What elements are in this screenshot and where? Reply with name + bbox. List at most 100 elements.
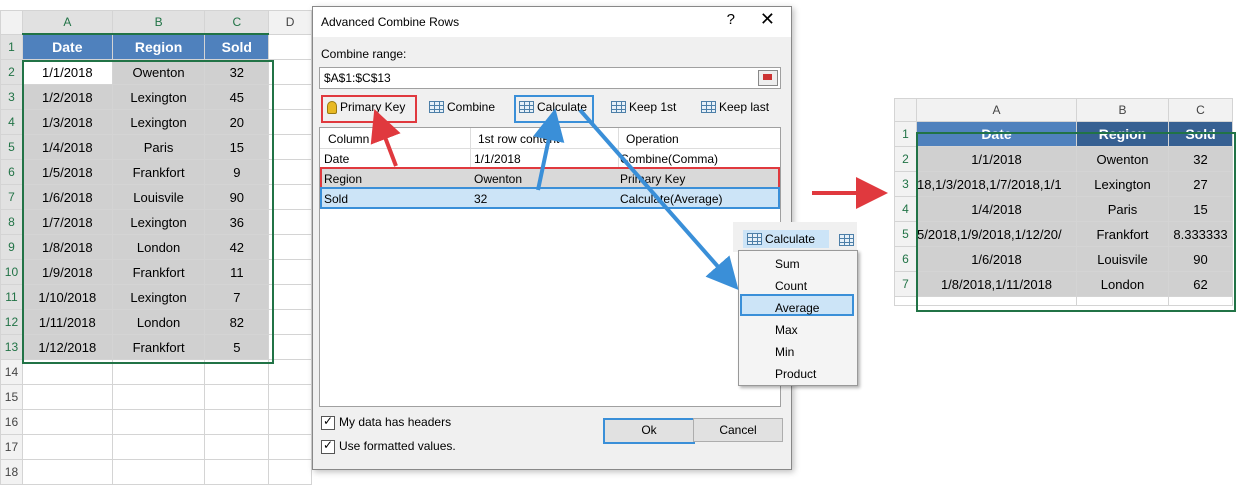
data-cell[interactable]: 1/9/2018 [21,259,113,285]
data-cell[interactable]: London [111,309,206,335]
sheet-cell[interactable] [111,409,206,435]
header-cell[interactable]: Region [111,33,206,60]
data-cell[interactable]: Paris [111,134,206,160]
data-cell[interactable]: 1/10/2018 [21,284,113,310]
sheet-cell[interactable] [268,259,312,285]
data-cell[interactable]: 1/3/2018 [21,109,113,135]
data-cell[interactable]: 8.333333 [1168,221,1233,247]
sheet-cell[interactable] [268,84,312,110]
header-cell[interactable]: Region [1076,121,1169,147]
data-cell[interactable]: 45 [204,84,270,110]
data-cell[interactable]: Owenton [1076,146,1169,172]
help-button[interactable]: ? [727,11,735,28]
row-header[interactable]: 2 [0,59,23,85]
data-cell[interactable]: 1/5/2018 [21,159,113,185]
column-header-a[interactable]: A [21,10,113,35]
row-header[interactable]: 9 [0,234,23,260]
close-button[interactable]: ✕ [760,9,775,30]
data-cell[interactable]: Louisvile [111,184,206,210]
sheet-cell[interactable] [268,234,312,260]
sheet-cell[interactable] [1168,296,1233,306]
sheet-cell[interactable] [111,434,206,460]
sheet-cell[interactable] [111,359,206,385]
row-header[interactable]: 6 [0,159,23,185]
data-cell[interactable]: 1/11/2018 [21,309,113,335]
column-header-d[interactable]: D [268,10,312,35]
formatted-values-checkbox[interactable] [321,438,335,454]
data-cell[interactable]: 11 [204,259,270,285]
sheet-cell[interactable] [894,296,917,306]
grid-header-operation[interactable]: Operation [626,132,679,146]
menu-item-product[interactable]: Product [775,367,816,381]
sheet-cell[interactable] [204,384,270,410]
sheet-cell[interactable] [204,409,270,435]
keep-last-button[interactable]: Keep last [701,95,769,119]
sheet-cell[interactable] [268,334,312,360]
data-cell[interactable]: 90 [1168,246,1233,272]
sheet-cell[interactable] [268,459,312,485]
sheet-cell[interactable] [21,434,113,460]
grid-row-date[interactable]: Date 1/1/2018 Combine(Comma) [320,148,780,168]
row-header[interactable]: 4 [0,109,23,135]
sheet-cell[interactable] [268,209,312,235]
data-cell[interactable]: 1/6/2018 [21,184,113,210]
sheet-cell[interactable] [21,359,113,385]
header-cell[interactable]: Sold [204,33,270,60]
dialog-titlebar[interactable]: Advanced Combine Rows ? ✕ [313,7,791,37]
combine-range-input[interactable]: $A$1:$C$13 [319,67,781,89]
sheet-cell[interactable] [204,459,270,485]
data-cell[interactable]: 32 [204,59,270,85]
header-cell[interactable]: Date [21,33,113,60]
data-cell[interactable]: Lexington [111,209,206,235]
row-header[interactable]: 7 [894,271,917,297]
data-cell[interactable]: 15 [1168,196,1233,222]
row-header[interactable]: 7 [0,184,23,210]
sheet-cell[interactable] [268,284,312,310]
data-cell[interactable]: 15 [204,134,270,160]
data-cell[interactable]: London [1076,271,1169,297]
row-header[interactable]: 3 [894,171,917,197]
row-header[interactable]: 17 [0,434,23,460]
data-cell[interactable]: 90 [204,184,270,210]
data-cell[interactable]: Louisvile [1076,246,1169,272]
data-cell[interactable]: Lexington [111,84,206,110]
data-cell[interactable]: 62 [1168,271,1233,297]
row-header[interactable]: 1 [0,33,23,60]
menu-item-max[interactable]: Max [775,323,798,337]
data-cell[interactable]: 1/4/2018 [21,134,113,160]
sheet-cell[interactable] [268,384,312,410]
data-cell[interactable]: Frankfort [1076,221,1169,247]
row-header[interactable]: 13 [0,334,23,360]
sheet-cell[interactable] [1076,296,1169,306]
data-cell[interactable]: 1/6/2018 [916,246,1077,272]
row-header[interactable]: 18 [0,459,23,485]
row-header[interactable]: 14 [0,359,23,385]
column-header-b[interactable]: B [111,10,206,35]
sheet-cell[interactable] [268,59,312,85]
data-cell[interactable]: 1/4/2018 [916,196,1077,222]
range-select-icon[interactable] [758,70,778,86]
data-cell[interactable]: 9 [204,159,270,185]
data-cell[interactable]: Frankfort [111,159,206,185]
sheet-cell[interactable] [21,409,113,435]
data-cell[interactable]: 27 [1168,171,1233,197]
data-cell[interactable]: 1/8/2018 [21,234,113,260]
row-header[interactable]: 15 [0,384,23,410]
column-header-b[interactable]: B [1076,98,1169,122]
data-cell[interactable]: 18,1/3/2018,1/7/2018,1/1 [916,171,1077,197]
column-header-c[interactable]: C [1168,98,1233,122]
grid-header-column[interactable]: Column [328,132,369,146]
data-cell[interactable]: London [111,234,206,260]
keep-first-button[interactable]: Keep 1st [611,95,676,119]
data-cell[interactable]: 1/12/2018 [21,334,113,360]
data-cell[interactable]: Frankfort [111,334,206,360]
row-header[interactable]: 6 [894,246,917,272]
data-cell[interactable]: Lexington [111,284,206,310]
data-cell[interactable]: 1/8/2018,1/11/2018 [916,271,1077,297]
menu-item-average[interactable]: Average [775,301,819,315]
sheet-cell[interactable] [268,184,312,210]
combine-button[interactable]: Combine [429,95,495,119]
data-cell[interactable]: Lexington [111,109,206,135]
menu-item-min[interactable]: Min [775,345,794,359]
column-header-c[interactable]: C [204,10,270,35]
